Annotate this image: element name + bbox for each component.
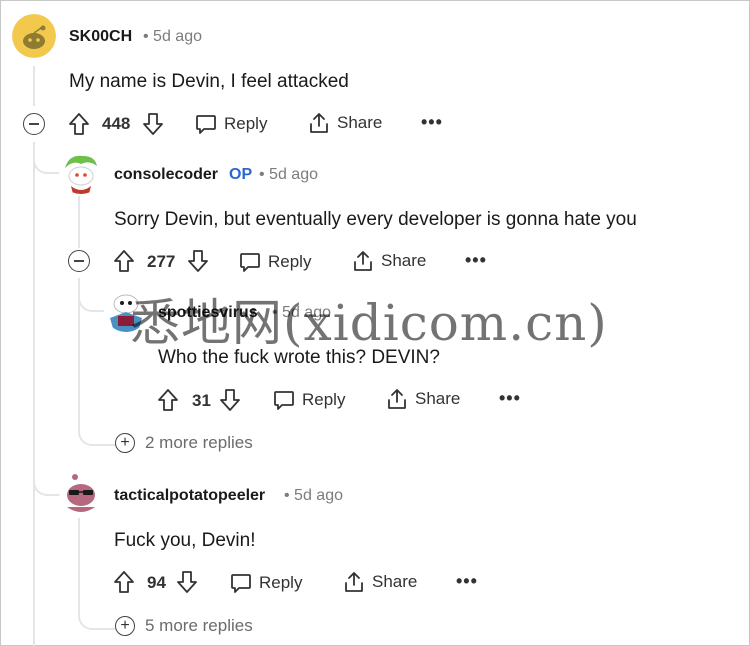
comment-body: Fuck you, Devin!	[114, 530, 256, 551]
reply-button[interactable]: Reply	[194, 112, 267, 136]
more-replies-button[interactable]: + 2 more replies	[115, 433, 253, 453]
thread-elbow-more-replies-2	[78, 590, 116, 630]
share-label: Share	[372, 572, 418, 591]
share-icon	[354, 251, 372, 271]
thread-elbow-more-replies-1	[78, 400, 116, 446]
minus-icon	[29, 123, 39, 125]
downvote-button[interactable]	[176, 570, 198, 594]
share-label: Share	[337, 113, 383, 132]
share-button[interactable]: Share	[385, 387, 460, 411]
collapse-thread-button[interactable]	[23, 113, 45, 135]
upvote-button[interactable]	[113, 249, 135, 273]
comment-author[interactable]: consolecoder	[114, 166, 218, 184]
comment-timestamp: • 5d ago	[284, 487, 343, 504]
thread-elbow-spotties	[78, 278, 106, 312]
reply-label: Reply	[268, 252, 312, 271]
vote-count: 277	[147, 252, 176, 271]
snoo-avatar-icon	[59, 471, 103, 515]
comment-author[interactable]: tacticalpotatopeeler	[114, 487, 265, 505]
reply-button[interactable]: Reply	[229, 571, 302, 595]
comment-body: Sorry Devin, but eventually every develo…	[114, 209, 637, 230]
downvote-button[interactable]	[142, 112, 164, 136]
avatar-sk00ch[interactable]	[12, 14, 56, 58]
vote-count: 448	[102, 114, 131, 133]
more-replies-label: 2 more replies	[145, 433, 253, 452]
avatar-consolecoder[interactable]	[59, 150, 103, 194]
reply-label: Reply	[224, 114, 268, 133]
upvote-button[interactable]	[68, 112, 90, 136]
share-icon	[310, 113, 328, 133]
upvote-arrow-icon	[114, 250, 134, 272]
share-label: Share	[415, 389, 461, 408]
downvote-button[interactable]	[219, 388, 241, 412]
share-icon	[345, 572, 363, 592]
more-replies-label: 5 more replies	[145, 616, 253, 635]
upvote-arrow-icon	[158, 389, 178, 411]
avatar-spottiesvirus[interactable]	[104, 288, 148, 332]
upvote-arrow-icon	[69, 113, 89, 135]
thread-elbow-consolecoder	[33, 142, 61, 174]
snoo-avatar-icon	[59, 150, 103, 194]
more-options-button[interactable]: •••	[456, 571, 478, 592]
downvote-arrow-icon	[220, 389, 240, 411]
avatar-tacticalpotatopeeler[interactable]	[59, 471, 103, 515]
comment-body: My name is Devin, I feel attacked	[69, 71, 349, 92]
reply-label: Reply	[259, 573, 303, 592]
more-options-button[interactable]: •••	[465, 250, 487, 271]
vote-count: 31	[192, 391, 211, 410]
speech-bubble-icon	[196, 115, 216, 134]
snoo-avatar-icon	[104, 288, 148, 332]
plus-icon: +	[115, 433, 135, 453]
comment-timestamp: • 5d ago	[272, 304, 331, 321]
speech-bubble-icon	[240, 253, 260, 272]
comment-body: Who the fuck wrote this? DEVIN?	[158, 347, 440, 368]
more-options-button[interactable]: •••	[421, 112, 443, 133]
more-replies-button[interactable]: + 5 more replies	[115, 616, 253, 636]
share-button[interactable]: Share	[307, 111, 382, 135]
thread-line-consolecoder[interactable]	[78, 196, 80, 248]
speech-bubble-icon	[231, 574, 251, 593]
snoo-avatar-icon	[12, 14, 56, 58]
thread-line-root-lower[interactable]	[33, 142, 35, 646]
share-label: Share	[381, 251, 427, 270]
upvote-arrow-icon	[114, 571, 134, 593]
plus-icon: +	[115, 616, 135, 636]
reply-label: Reply	[302, 390, 346, 409]
thread-elbow-tactical	[33, 440, 61, 496]
comment-author[interactable]: SK00CH	[69, 28, 132, 46]
minus-icon	[74, 260, 84, 262]
thread-line-root[interactable]	[33, 66, 35, 106]
downvote-arrow-icon	[188, 250, 208, 272]
op-badge: OP	[229, 166, 253, 183]
upvote-button[interactable]	[113, 570, 135, 594]
collapse-thread-button[interactable]	[68, 250, 90, 272]
speech-bubble-icon	[274, 391, 294, 410]
more-options-button[interactable]: •••	[499, 388, 521, 409]
share-button[interactable]: Share	[351, 249, 426, 273]
comment-author[interactable]: spottiesvirus	[158, 304, 258, 322]
downvote-arrow-icon	[177, 571, 197, 593]
reply-button[interactable]: Reply	[238, 250, 311, 274]
downvote-arrow-icon	[143, 113, 163, 135]
upvote-button[interactable]	[157, 388, 179, 412]
downvote-button[interactable]	[187, 249, 209, 273]
comment-timestamp: • 5d ago	[259, 166, 318, 183]
reply-button[interactable]: Reply	[272, 388, 345, 412]
share-icon	[388, 389, 406, 409]
share-button[interactable]: Share	[342, 570, 417, 594]
vote-count: 94	[147, 573, 166, 592]
comment-timestamp: • 5d ago	[143, 28, 202, 45]
